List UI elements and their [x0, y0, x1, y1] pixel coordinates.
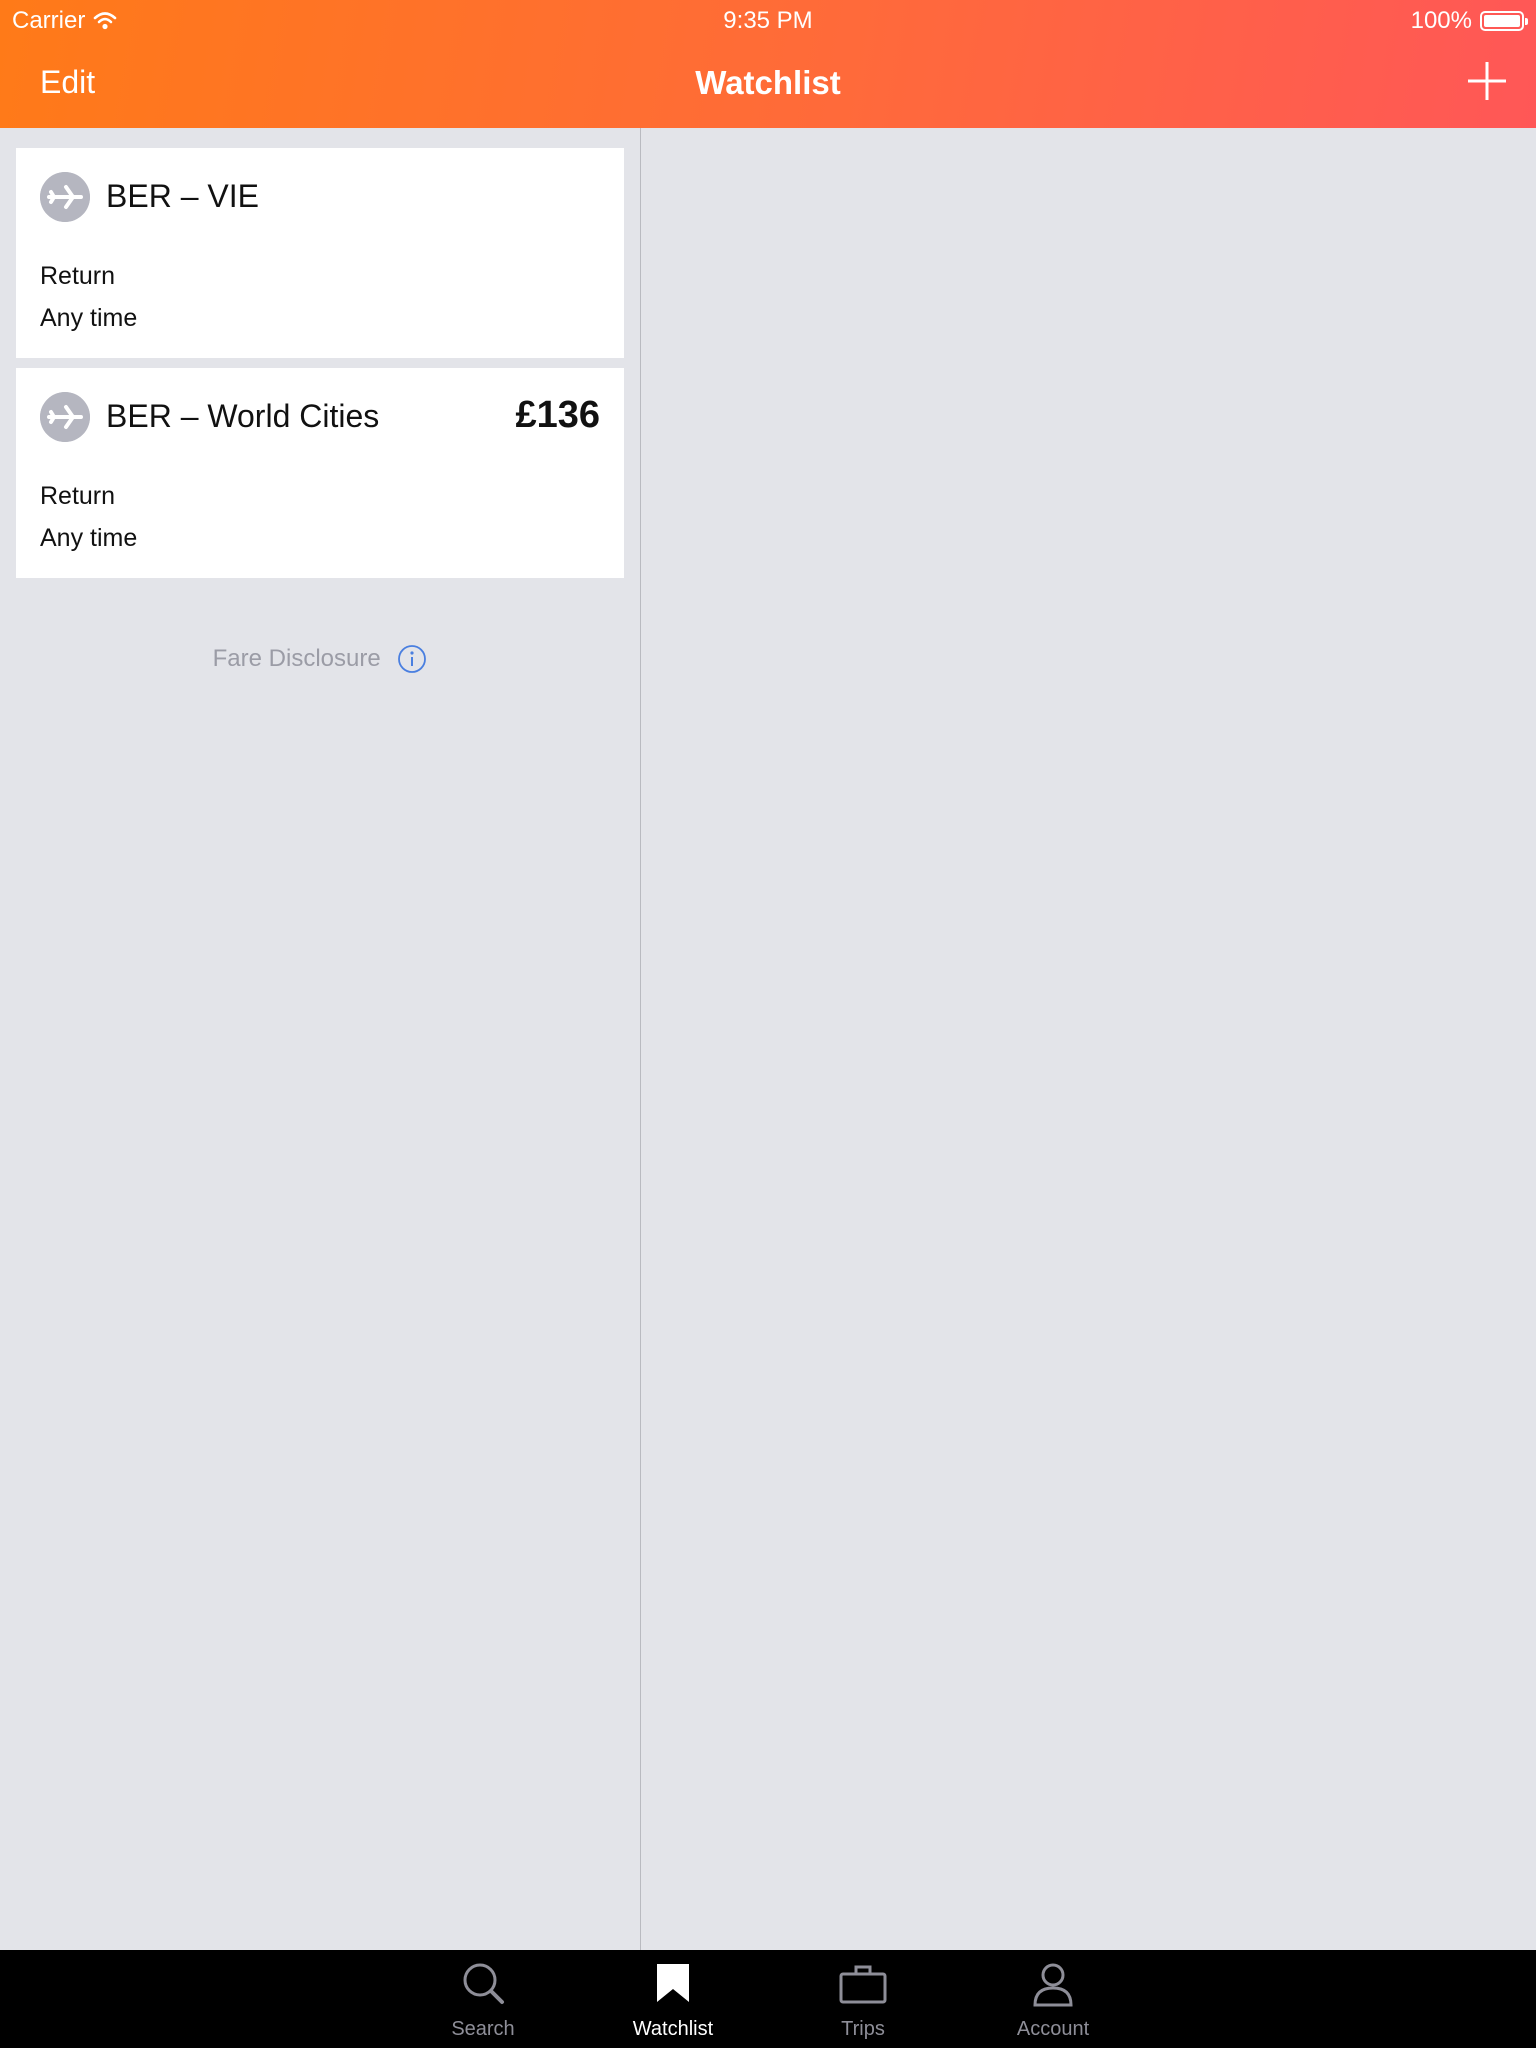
search-icon	[463, 1963, 504, 2004]
tab-label: Search	[451, 2018, 515, 2040]
status-bar: Carrier 9:35 PM 100%	[0, 0, 1536, 40]
tab-account[interactable]: Account	[973, 1950, 1133, 2048]
travel-dates: Any time	[40, 304, 138, 332]
airplane-icon	[40, 172, 90, 222]
tab-search[interactable]: Search	[403, 1950, 563, 2048]
tab-label: Watchlist	[632, 2018, 714, 2040]
tab-watchlist[interactable]: Watchlist	[593, 1950, 753, 2048]
travel-dates: Any time	[40, 524, 138, 552]
briefcase-icon	[839, 1965, 887, 2004]
price-label: £136	[515, 394, 600, 436]
watchlist-card[interactable]: BER – VIE Return Any time	[16, 148, 624, 358]
watchlist-card[interactable]: BER – World Cities £136 Return Any time	[16, 368, 624, 578]
info-icon[interactable]	[397, 644, 427, 674]
header: Carrier 9:35 PM 100% Edit Watchlist	[0, 0, 1536, 128]
fare-disclosure[interactable]: Fare Disclosure	[0, 644, 640, 674]
split-divider	[640, 128, 641, 1950]
route-label: BER – World Cities	[106, 398, 380, 434]
battery: 100%	[1410, 7, 1528, 35]
status-time: 9:35 PM	[723, 7, 813, 34]
tab-label: Trips	[841, 2018, 885, 2040]
battery-icon	[1480, 11, 1528, 31]
tab-label: Account	[1016, 2018, 1090, 2040]
battery-percent: 100%	[1410, 7, 1472, 34]
person-icon	[1033, 1963, 1073, 2007]
trip-type: Return	[40, 482, 116, 510]
tab-trips[interactable]: Trips	[783, 1950, 943, 2048]
bookmark-icon	[657, 1964, 689, 2002]
trip-type: Return	[40, 262, 116, 290]
page-title: Watchlist	[695, 64, 841, 101]
airplane-icon	[40, 392, 90, 442]
route-label: BER – VIE	[106, 178, 259, 214]
fare-disclosure-label: Fare Disclosure	[212, 645, 381, 672]
plus-icon[interactable]	[1464, 58, 1510, 104]
tab-bar: Search Watchlist Trips Account	[0, 1950, 1536, 2048]
